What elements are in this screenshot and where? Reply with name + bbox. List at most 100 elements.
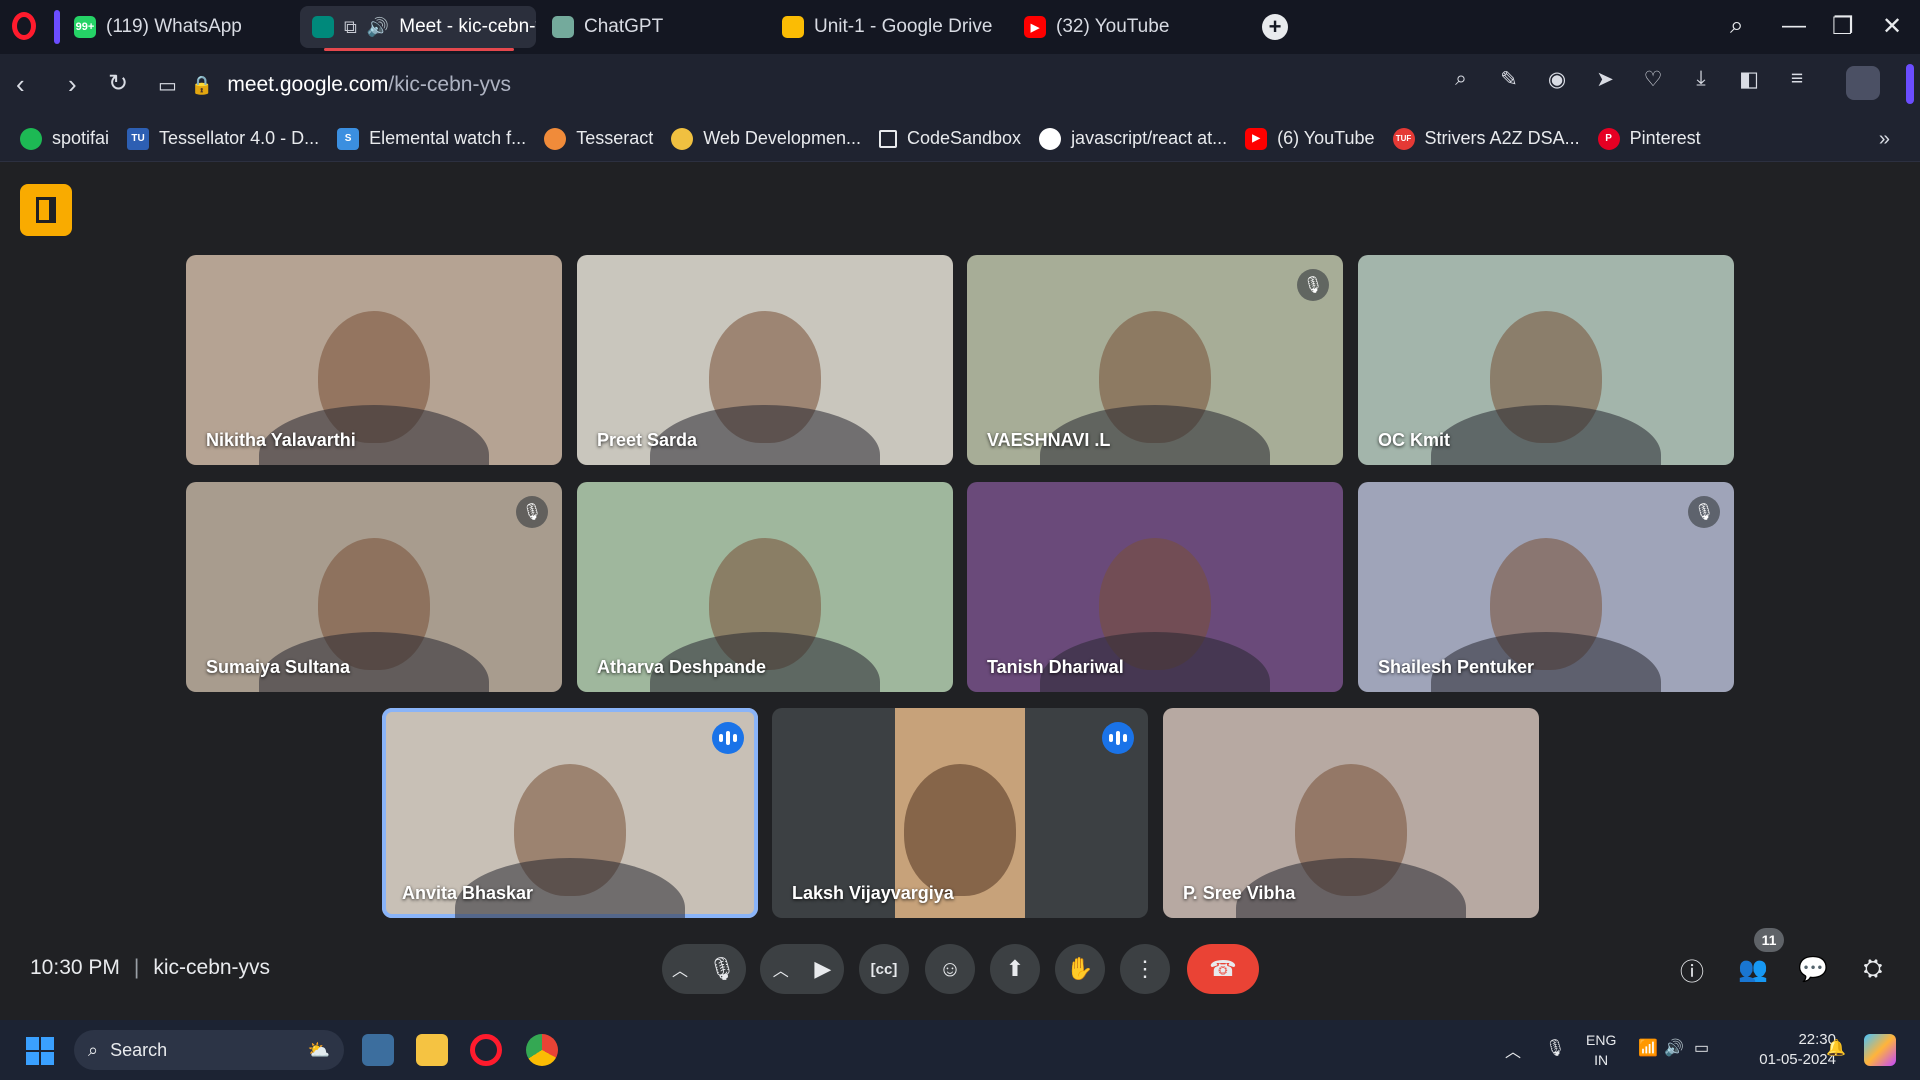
activities-icon[interactable]: ⛭ <box>1856 952 1890 986</box>
people-icon[interactable]: 👥 <box>1736 952 1770 986</box>
send-icon[interactable]: ➤ <box>1592 66 1618 92</box>
participant-name: Shailesh Pentuker <box>1378 657 1535 677</box>
lock-icon[interactable]: 🔒 <box>191 75 213 96</box>
participant-tile[interactable]: 🎙 Sumaiya Sultana <box>186 482 562 692</box>
present-button[interactable]: ⬆ <box>990 944 1040 994</box>
microphone-control[interactable]: ︿ 🎙 <box>662 944 746 994</box>
bookmark-label: CodeSandbox <box>906 128 1022 148</box>
tray-overflow-chevron-icon[interactable]: ︿ <box>1505 1038 1521 1062</box>
copilot-icon[interactable] <box>1864 1034 1896 1066</box>
meeting-activity-icon[interactable] <box>20 184 72 236</box>
bookmark-pinterest[interactable]: P Pinterest <box>1597 127 1701 150</box>
taskbar-search[interactable]: ⌕ Search ⛅ <box>74 1030 344 1070</box>
reactions-button[interactable]: ☺ <box>925 944 975 994</box>
bookmark-label: Tessellator 4.0 - D... <box>159 128 320 148</box>
camera-control[interactable]: ︿ ▶ <box>760 944 844 994</box>
tab-chatgpt[interactable]: ChatGPT <box>540 6 760 48</box>
system-clock[interactable]: 22:30 01-05-2024 <box>1759 1030 1836 1070</box>
camera-icon[interactable]: ▶ <box>814 956 831 982</box>
meeting-details: 10:30 PM | kic-cebn-yvs <box>30 956 271 979</box>
back-icon[interactable]: ‹ <box>16 68 25 100</box>
pip-icon[interactable]: ⧉ <box>344 17 357 38</box>
easy-setup-icon[interactable]: ≡ <box>1784 66 1810 92</box>
bookmark-codesandbox[interactable]: CodeSandbox <box>878 128 1022 149</box>
windows-start-icon[interactable] <box>26 1037 54 1065</box>
bookmark-label: Pinterest <box>1629 128 1701 148</box>
snapshot-camera-icon[interactable]: ◉ <box>1544 66 1570 92</box>
participant-tile[interactable]: Laksh Vijayvargiya <box>772 708 1148 918</box>
tab-whatsapp[interactable]: 99+ (119) WhatsApp <box>62 6 290 48</box>
participant-tile-active-speaker[interactable]: Anvita Bhaskar <box>382 708 758 918</box>
battery-saver-icon[interactable]: ◧ <box>1736 66 1762 92</box>
raise-hand-button[interactable]: ✋ <box>1055 944 1105 994</box>
participant-tile[interactable]: Nikitha Yalavarthi <box>186 255 562 465</box>
chrome-app-icon[interactable] <box>526 1034 558 1066</box>
leave-call-button[interactable]: ☎ <box>1187 944 1259 994</box>
camera-permission-icon[interactable]: ▭ <box>158 73 177 98</box>
find-icon[interactable]: ⌕ <box>1448 66 1474 92</box>
bookmark-elemental[interactable]: S Elemental watch f... <box>337 127 526 150</box>
bookmark-web-development[interactable]: Web Developmen... <box>671 127 861 150</box>
restore-icon[interactable]: ❐ <box>1832 12 1854 41</box>
participant-tile[interactable]: Preet Sarda <box>577 255 953 465</box>
participant-name: Preet Sarda <box>597 430 698 450</box>
participant-tile[interactable]: OC Kmit <box>1358 255 1734 465</box>
close-icon[interactable]: ✕ <box>1882 12 1902 41</box>
bookmark-javascript-react[interactable]: javascript/react at... <box>1039 127 1228 150</box>
tab-search-icon[interactable]: ⌕ <box>1730 12 1743 40</box>
url-field[interactable]: ▭ 🔒 meet.google.com/kic-cebn-yvs <box>158 66 1498 104</box>
bookmarks-bar: spotifai TU Tessellator 4.0 - D... S Ele… <box>0 116 1920 162</box>
language-indicator[interactable]: ENG IN <box>1586 1030 1616 1070</box>
meeting-info-icon[interactable]: ⓘ <box>1675 952 1709 986</box>
opera-app-icon[interactable] <box>470 1034 502 1066</box>
participant-tile[interactable]: Atharva Deshpande <box>577 482 953 692</box>
participant-tile[interactable]: 🎙 VAESHNAVI .L <box>967 255 1343 465</box>
captions-button[interactable]: [cc] <box>859 944 909 994</box>
tab-label: ChatGPT <box>584 16 664 37</box>
more-bookmarks-chevron-icon[interactable]: » <box>1879 128 1890 151</box>
tab-meet[interactable]: ⧉ 🔊 Meet - kic-cebn-yvs <box>300 6 536 48</box>
chat-icon[interactable]: 💬 <box>1796 952 1830 986</box>
bookmark-tessellator[interactable]: TU Tessellator 4.0 - D... <box>127 127 320 150</box>
video-options-chevron-icon[interactable]: ︿ <box>773 957 789 981</box>
download-icon[interactable]: ⤓ <box>1688 66 1714 92</box>
bookmark-spotifai[interactable]: spotifai <box>20 127 109 150</box>
google-drive-icon <box>782 16 804 38</box>
profile-icon[interactable] <box>1846 66 1880 100</box>
more-options-button[interactable]: ⋮ <box>1120 944 1170 994</box>
bookmark-tesseract[interactable]: Tesseract <box>544 127 653 150</box>
minimize-icon[interactable]: — <box>1782 12 1806 40</box>
bookmark-label: javascript/react at... <box>1071 128 1228 148</box>
weather-widget-icon[interactable]: ⛅ <box>308 1040 330 1061</box>
audio-options-chevron-icon[interactable]: ︿ <box>672 957 688 981</box>
speaker-icon[interactable]: 🔊 <box>367 17 389 38</box>
battery-icon[interactable]: ▭ <box>1694 1038 1709 1058</box>
tab-google-drive[interactable]: Unit-1 - Google Drive <box>770 6 1010 48</box>
tab-youtube[interactable]: ▶ (32) YouTube <box>1012 6 1242 48</box>
web-dev-icon <box>671 127 694 150</box>
bookmark-strivers[interactable]: TUF Strivers A2Z DSA... <box>1392 127 1580 150</box>
reload-icon[interactable]: ↻ <box>108 68 128 100</box>
opera-logo-icon[interactable] <box>12 12 36 40</box>
forward-icon[interactable]: › <box>68 68 77 100</box>
tab-label: (119) WhatsApp <box>106 16 242 37</box>
microphone-icon[interactable]: 🎙 <box>708 956 736 982</box>
calculator-app-icon[interactable] <box>362 1034 394 1066</box>
file-explorer-icon[interactable] <box>416 1034 448 1066</box>
microphone-tray-icon[interactable]: 🎙 <box>1545 1038 1565 1058</box>
participant-tile[interactable]: P. Sree Vibha <box>1163 708 1539 918</box>
edit-icon[interactable]: ✎ <box>1496 66 1522 92</box>
codesandbox-icon <box>878 129 897 148</box>
wifi-icon[interactable]: 📶 <box>1638 1038 1658 1058</box>
volume-icon[interactable]: 🔊 <box>1664 1038 1684 1058</box>
participant-name: Sumaiya Sultana <box>206 657 351 677</box>
chatgpt-icon <box>552 16 574 38</box>
participant-tile[interactable]: Tanish Dhariwal <box>967 482 1343 692</box>
new-tab-plus-icon[interactable]: + <box>1262 14 1288 40</box>
heart-icon[interactable]: ♡ <box>1640 66 1666 92</box>
notification-bell-icon[interactable]: 🔔 <box>1826 1038 1846 1058</box>
mic-off-icon: 🎙 <box>516 496 548 528</box>
meeting-time: 10:30 PM <box>30 956 120 979</box>
bookmark-youtube[interactable]: ▶ (6) YouTube <box>1245 127 1375 150</box>
participant-tile[interactable]: 🎙 Shailesh Pentuker <box>1358 482 1734 692</box>
